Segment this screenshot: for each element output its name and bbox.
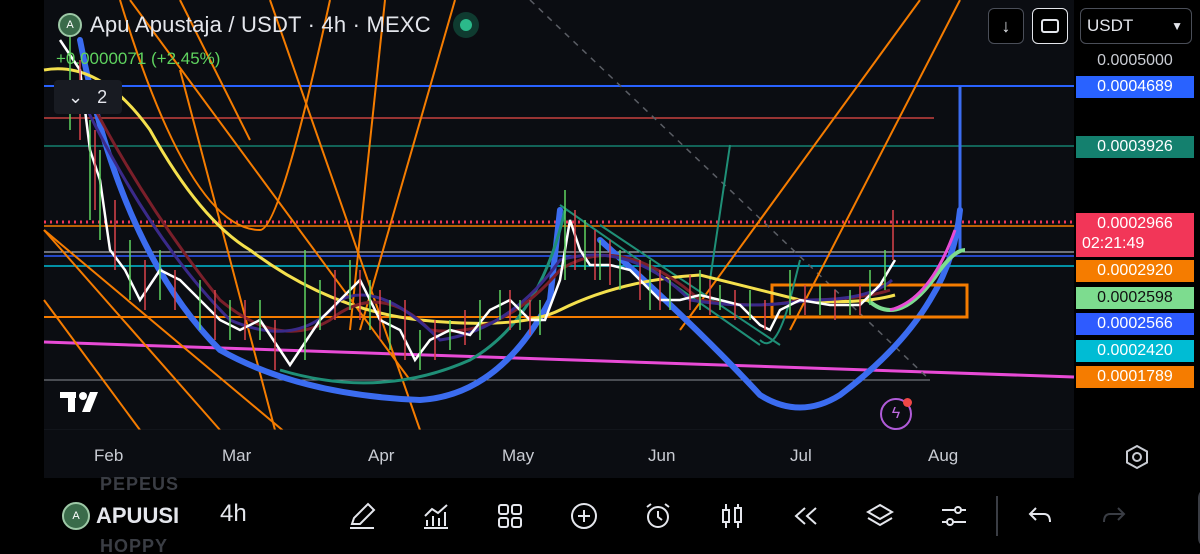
price-label-6: 0.0002566 — [1076, 313, 1194, 335]
redo-button[interactable] — [1094, 496, 1134, 536]
currency-select[interactable]: USDT ▼ — [1080, 8, 1192, 44]
tradingview-logo-icon — [60, 392, 98, 412]
candlestick-icon — [722, 504, 742, 528]
price-label-7: 0.0002420 — [1076, 340, 1194, 362]
market-status-icon[interactable] — [452, 12, 479, 38]
chart-title: Apu Apustaja / USDT · 4h · MEXC — [90, 12, 431, 37]
draw-tool-button[interactable] — [342, 496, 382, 536]
indicator-count: 2 — [97, 86, 108, 107]
fullscreen-button[interactable] — [1032, 8, 1068, 44]
watchlist-next-symbol[interactable]: HOPPY — [100, 536, 168, 554]
time-label-mar: Mar — [222, 446, 252, 465]
price-chart[interactable] — [0, 0, 1200, 554]
watchlist-prev-symbol[interactable]: PEPEUS — [100, 474, 179, 495]
alarm-clock-icon — [646, 503, 670, 528]
price-scale-top: 0.0005000 — [1097, 52, 1173, 69]
price-label-4: 0.0002920 — [1076, 260, 1194, 282]
currency-value: USDT — [1087, 16, 1134, 35]
coin-logo-icon: A — [58, 13, 82, 37]
replay-button[interactable] — [786, 496, 826, 536]
time-label-aug: Aug — [928, 446, 959, 465]
price-label-8: 0.0001789 — [1076, 366, 1194, 388]
undo-icon — [1028, 507, 1051, 523]
download-button[interactable]: ↓ — [988, 8, 1024, 44]
pencil-icon — [350, 502, 376, 529]
rewind-icon — [794, 507, 817, 525]
price-label-1: 0.0004689 — [1076, 76, 1194, 98]
chevron-down-icon: ▼ — [1171, 19, 1183, 33]
timeframe-button[interactable]: 4h — [220, 500, 247, 528]
time-label-jun: Jun — [648, 446, 676, 465]
time-label-may: May — [502, 446, 535, 465]
current-price-label: 0.0002966 02:21:49 — [1076, 213, 1194, 257]
symbol-name: APUUSI — [96, 503, 180, 528]
bar-countdown: 02:21:49 — [1082, 235, 1145, 252]
time-label-jul: Jul — [790, 446, 812, 465]
price-change: +0.0000071 (+2.45%) — [56, 49, 221, 68]
fullscreen-icon — [1041, 19, 1059, 33]
coin-logo-icon: A — [62, 502, 90, 530]
settings-hex-icon[interactable] — [1124, 444, 1150, 470]
indicators-button[interactable] — [416, 496, 456, 536]
object-tree-button[interactable] — [860, 496, 900, 536]
chart-type-button[interactable] — [712, 496, 752, 536]
chart-settings-button[interactable] — [934, 496, 974, 536]
grid-icon — [498, 504, 522, 528]
layers-icon — [866, 503, 894, 527]
redo-icon — [1103, 507, 1126, 523]
lightning-icon[interactable]: ϟ — [880, 398, 912, 430]
chevron-down-icon: ⌄ — [68, 86, 84, 107]
symbol-switcher[interactable]: A APUUSI — [62, 502, 179, 530]
sliders-icon — [942, 506, 966, 526]
time-label-apr: Apr — [368, 446, 395, 465]
plus-circle-icon — [571, 503, 597, 529]
chart-indicator-icon — [424, 504, 448, 529]
price-label-5: 0.0002598 — [1076, 287, 1194, 309]
current-price: 0.0002966 — [1097, 215, 1173, 232]
symbol-header[interactable]: A Apu Apustaja / USDT · 4h · MEXC — [58, 12, 479, 38]
toolbar-divider — [996, 496, 998, 536]
alert-button[interactable] — [638, 496, 678, 536]
bottom-toolbar: PEPEUS HOPPY A APUUSI 4h — [44, 474, 1200, 554]
indicator-toggle[interactable]: ⌄ 2 — [54, 80, 122, 114]
chart-app: A Apu Apustaja / USDT · 4h · MEXC +0.000… — [0, 0, 1200, 554]
layouts-button[interactable] — [490, 496, 530, 536]
time-label-feb: Feb — [94, 446, 124, 465]
download-icon: ↓ — [1001, 15, 1011, 36]
price-label-2: 0.0003926 — [1076, 136, 1194, 158]
undo-button[interactable] — [1020, 496, 1060, 536]
add-button[interactable] — [564, 496, 604, 536]
